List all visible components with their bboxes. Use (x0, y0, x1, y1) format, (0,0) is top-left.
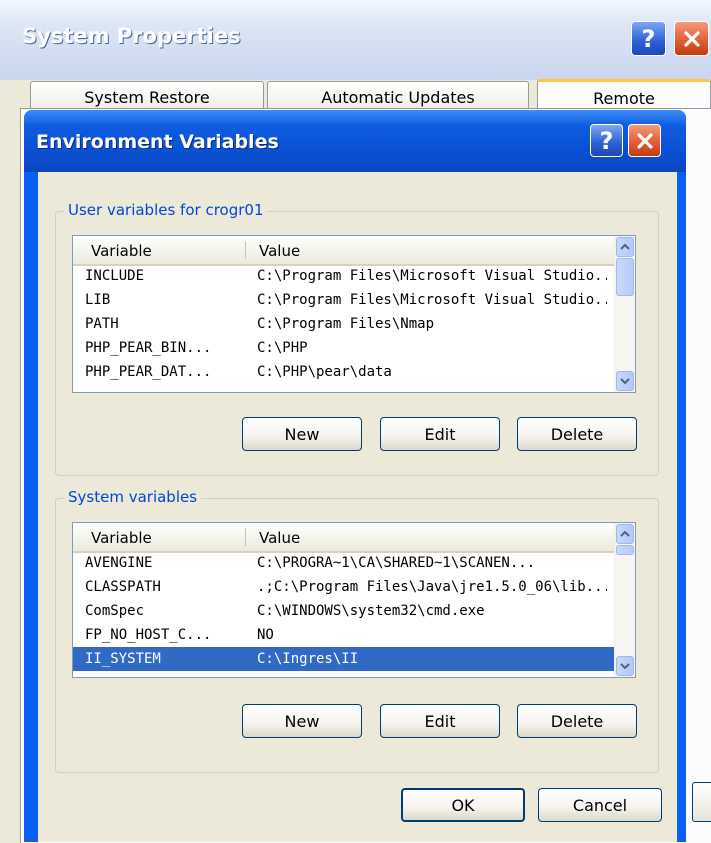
system-delete-button[interactable]: Delete (517, 704, 637, 738)
environment-variables-titlebar: Environment Variables ? (24, 110, 686, 172)
tab-label: Remote (593, 89, 655, 108)
system-edit-button[interactable]: Edit (380, 704, 500, 738)
close-x-icon (683, 30, 700, 47)
value-cell: C:\PHP (257, 340, 308, 356)
dialog-title: Environment Variables (36, 131, 279, 153)
column-header-value[interactable]: Value (259, 242, 300, 260)
button-label: Edit (424, 424, 456, 444)
table-row[interactable]: PHP_PEAR_DAT... C:\PHP\pear\data (73, 360, 615, 384)
variable-cell: CLASSPATH (85, 579, 161, 595)
dialog-body: User variables for crogr01 Variable Valu… (38, 172, 677, 842)
variable-cell: FP_NO_HOST_C... (85, 627, 212, 643)
help-question-icon: ? (599, 126, 614, 155)
value-cell: C:\WINDOWS\system32\cmd.exe (257, 603, 485, 619)
chevron-down-icon (620, 378, 630, 385)
scroll-up-button[interactable] (616, 524, 634, 544)
button-label: Delete (550, 711, 604, 731)
value-cell: .;C:\Program Files\Java\jre1.5.0_06\lib.… (257, 579, 607, 595)
scroll-up-button[interactable] (616, 237, 634, 257)
user-delete-button[interactable]: Delete (517, 417, 637, 451)
chevron-up-icon (620, 243, 630, 250)
help-button[interactable]: ? (631, 21, 666, 56)
button-label: New (284, 711, 320, 731)
variable-cell: PATH (85, 316, 119, 332)
table-row[interactable]: PATH C:\Program Files\Nmap (73, 312, 615, 336)
user-variables-label: User variables for crogr01 (64, 201, 268, 219)
scroll-down-button[interactable] (616, 656, 634, 676)
outer-dialog-button-partial[interactable] (692, 782, 711, 822)
system-properties-titlebar: System Properties ? (0, 0, 711, 80)
column-separator[interactable] (245, 528, 246, 546)
chevron-down-icon (620, 663, 630, 670)
variable-cell: ComSpec (85, 603, 145, 619)
window-title: System Properties (22, 24, 241, 48)
table-row-selected[interactable]: II_SYSTEM C:\Ingres\II (73, 647, 615, 671)
chevron-up-icon (620, 530, 630, 537)
column-header-value[interactable]: Value (259, 529, 300, 547)
list-header: Variable Value (73, 523, 615, 553)
value-cell: C:\Ingres\II (257, 651, 359, 667)
environment-variables-dialog: Environment Variables ? User variables f… (24, 110, 686, 842)
table-row[interactable]: PHP_PEAR_BIN... C:\PHP (73, 336, 615, 360)
table-row[interactable]: FP_NO_HOST_C... NO (73, 623, 615, 647)
variable-cell: AVENGINE (85, 555, 153, 571)
column-header-variable[interactable]: Variable (91, 529, 152, 547)
table-row[interactable]: LIB C:\Program Files\Microsoft Visual St… (73, 288, 615, 312)
scroll-down-button[interactable] (616, 371, 634, 391)
column-separator[interactable] (245, 241, 246, 259)
close-x-icon (636, 132, 653, 149)
table-row[interactable]: INCLUDE C:\Program Files\Microsoft Visua… (73, 264, 615, 288)
user-new-button[interactable]: New (242, 417, 362, 451)
tab-label: System Restore (84, 88, 210, 107)
button-label: OK (451, 795, 475, 815)
scroll-thumb[interactable] (616, 258, 634, 296)
vertical-scrollbar[interactable] (614, 523, 635, 677)
scroll-thumb[interactable] (616, 545, 634, 555)
variable-cell: PHP_PEAR_BIN... (85, 340, 212, 356)
system-new-button[interactable]: New (242, 704, 362, 738)
user-variables-list[interactable]: Variable Value INCLUDE C:\Program Files\… (72, 235, 636, 393)
vertical-scrollbar[interactable] (614, 236, 635, 392)
variable-cell: INCLUDE (85, 268, 145, 284)
button-label: Edit (424, 711, 456, 731)
dialog-close-button[interactable] (628, 124, 661, 157)
table-row[interactable]: ComSpec C:\WINDOWS\system32\cmd.exe (73, 599, 615, 623)
value-cell: C:\Program Files\Microsoft Visual Studio… (257, 292, 607, 308)
button-label: Delete (550, 424, 604, 444)
help-question-icon: ? (641, 24, 656, 53)
system-variables-label: System variables (64, 488, 202, 506)
tab-label: Automatic Updates (321, 88, 475, 107)
variable-cell: II_SYSTEM (85, 651, 161, 667)
system-variables-list[interactable]: Variable Value AVENGINE C:\PROGRA~1\CA\S… (72, 522, 636, 678)
user-edit-button[interactable]: Edit (380, 417, 500, 451)
value-cell: C:\Program Files\Microsoft Visual Studio… (257, 268, 607, 284)
table-row[interactable]: AVENGINE C:\PROGRA~1\CA\SHARED~1\SCANEN.… (73, 551, 615, 575)
button-label: New (284, 424, 320, 444)
value-cell: NO (257, 627, 274, 643)
dialog-help-button[interactable]: ? (590, 124, 623, 157)
table-row[interactable]: CLASSPATH .;C:\Program Files\Java\jre1.5… (73, 575, 615, 599)
cancel-button[interactable]: Cancel (538, 788, 662, 822)
close-button[interactable] (674, 21, 709, 56)
button-label: Cancel (572, 795, 628, 815)
list-header: Variable Value (73, 236, 615, 266)
variable-cell: LIB (85, 292, 111, 308)
value-cell: C:\PHP\pear\data (257, 364, 392, 380)
value-cell: C:\Program Files\Nmap (257, 316, 435, 332)
value-cell: C:\PROGRA~1\CA\SHARED~1\SCANEN... (257, 555, 536, 571)
column-header-variable[interactable]: Variable (91, 242, 152, 260)
variable-cell: PHP_PEAR_DAT... (85, 364, 212, 380)
ok-button[interactable]: OK (401, 788, 525, 822)
